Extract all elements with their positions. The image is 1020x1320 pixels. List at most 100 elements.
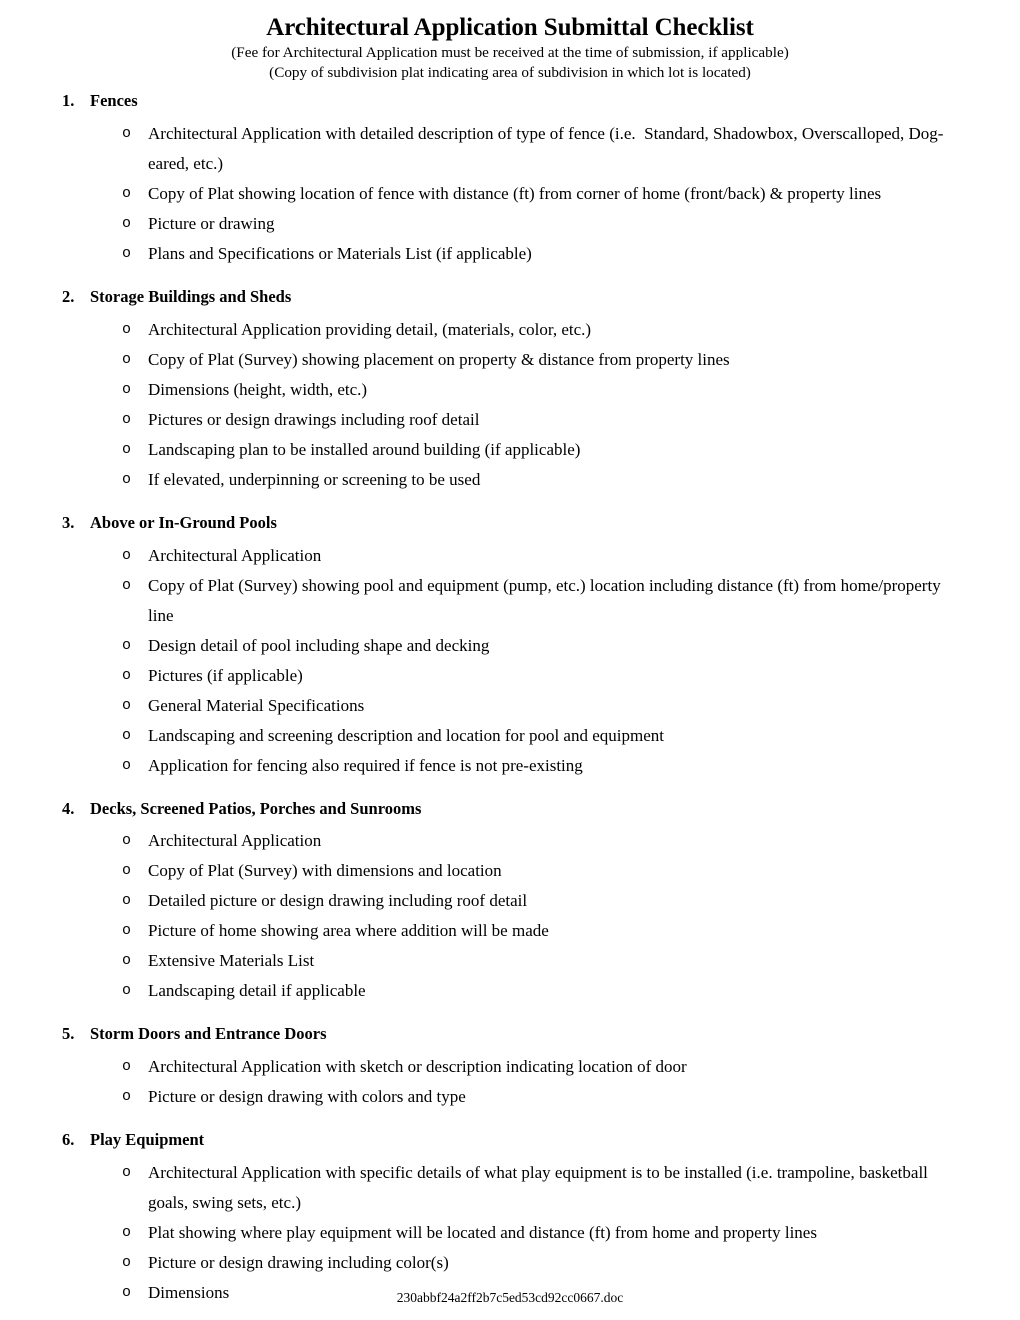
checkbox-circle-icon[interactable]: o [122, 661, 138, 691]
section-number: 6. [62, 1130, 75, 1150]
section-number: 5. [62, 1024, 75, 1044]
checkbox-circle-icon[interactable]: o [122, 721, 138, 751]
checklist-item-label: Plans and Specifications or Materials Li… [148, 243, 532, 263]
section-item-list: o Architectural Application with sketch o… [0, 1052, 1020, 1112]
checklist-item[interactable]: o Plans and Specifications or Materials L… [0, 239, 1020, 269]
section-heading: 1. Fences [0, 91, 1020, 111]
checklist-item[interactable]: o Architectural Application providing det… [0, 315, 1020, 345]
checklist-sections: 1. Fences o Architectural Application with … [0, 91, 1020, 1320]
checklist-item-label: Detailed picture or design drawing inclu… [148, 891, 528, 911]
checklist-item[interactable]: o Pictures (if applicable) [0, 661, 1020, 691]
checkbox-circle-icon[interactable]: o [122, 119, 138, 149]
checkbox-circle-icon[interactable]: o [122, 315, 138, 345]
checklist-item[interactable]: o Dimensions (height, width, etc.) [0, 375, 1020, 405]
checkbox-circle-icon[interactable]: o [122, 751, 138, 781]
checklist-item[interactable]: o Architectural Application with sketch o… [0, 1052, 1020, 1082]
checklist-item-label: Architectural Application providing deta… [148, 319, 592, 339]
checklist-item-label: Application for fencing also required if… [148, 755, 583, 775]
checkbox-circle-icon[interactable]: o [122, 886, 138, 916]
checkbox-circle-icon[interactable]: o [122, 571, 138, 601]
checkbox-circle-icon[interactable]: o [122, 1158, 138, 1188]
section-title: Storage Buildings and Sheds [90, 286, 292, 306]
checkbox-circle-icon[interactable]: o [122, 345, 138, 375]
section-title: Above or In-Ground Pools [90, 512, 277, 532]
checkbox-circle-icon[interactable]: o [122, 541, 138, 571]
checklist-item[interactable]: o Application for fencing also required i… [0, 751, 1020, 781]
checklist-item-label: Picture or design drawing with colors an… [148, 1087, 466, 1107]
checklist-item-label: Copy of Plat (Survey) with dimensions an… [148, 861, 502, 881]
checkbox-circle-icon[interactable]: o [122, 375, 138, 405]
checklist-item[interactable]: o Architectural Application [0, 826, 1020, 856]
checkbox-circle-icon[interactable]: o [122, 1082, 138, 1112]
checklist-item[interactable]: o Copy of Plat showing location of fence … [0, 179, 1020, 209]
checklist-item[interactable]: o Landscaping detail if applicable [0, 976, 1020, 1006]
checklist-item-label: Picture or design drawing including colo… [148, 1252, 449, 1272]
checklist-item-label: Design detail of pool including shape an… [148, 635, 490, 655]
checklist-item[interactable]: o Picture or drawing [0, 209, 1020, 239]
checklist-section: 4. Decks, Screened Patios, Porches and Su… [0, 799, 1020, 1007]
checkbox-circle-icon[interactable]: o [122, 209, 138, 239]
footer-filename: 230abbf24a2ff2b7c5ed53cd92cc0667.doc [396, 1289, 624, 1305]
checkbox-circle-icon[interactable]: o [122, 1218, 138, 1248]
checklist-item-label: General Material Specifications [148, 695, 365, 715]
section-number: 2. [62, 286, 75, 306]
checklist-item[interactable]: o If elevated, underpinning or screening … [0, 465, 1020, 495]
checkbox-circle-icon[interactable]: o [122, 435, 138, 465]
checklist-item[interactable]: o General Material Specifications [0, 691, 1020, 721]
checkbox-circle-icon[interactable]: o [122, 405, 138, 435]
checkbox-circle-icon[interactable]: o [122, 1248, 138, 1278]
section-item-list: o Architectural Application o Copy of Plat … [0, 541, 1020, 781]
checkbox-circle-icon[interactable]: o [122, 1052, 138, 1082]
section-title: Play Equipment [90, 1130, 205, 1150]
checklist-item[interactable]: o Landscaping and screening description a… [0, 721, 1020, 751]
checkbox-circle-icon[interactable]: o [122, 976, 138, 1006]
checklist-item[interactable]: o Copy of Plat (Survey) showing pool and … [0, 571, 1020, 631]
checklist-item[interactable]: o Extensive Materials List [0, 946, 1020, 976]
page-title: Architectural Application Submittal Chec… [266, 14, 754, 41]
section-title: Fences [90, 91, 138, 111]
subtitle-fee-note: (Fee for Architectural Application must … [231, 43, 789, 61]
checklist-item-label: Landscaping plan to be installed around … [148, 439, 581, 459]
checklist-item[interactable]: o Plat showing where play equipment will … [0, 1218, 1020, 1248]
checkbox-circle-icon[interactable]: o [122, 465, 138, 495]
checkbox-circle-icon[interactable]: o [122, 631, 138, 661]
section-item-list: o Architectural Application with specific… [0, 1158, 1020, 1308]
section-item-list: o Architectural Application with detailed… [0, 119, 1020, 269]
checkbox-circle-icon[interactable]: o [122, 856, 138, 886]
checklist-item-label: Plat showing where play equipment will b… [148, 1222, 817, 1242]
section-number: 4. [62, 798, 75, 818]
checkbox-circle-icon[interactable]: o [122, 916, 138, 946]
section-heading: 5. Storm Doors and Entrance Doors [0, 1024, 1020, 1044]
checklist-item[interactable]: o Picture or design drawing including col… [0, 1248, 1020, 1278]
checklist-item-label: Picture of home showing area where addit… [148, 921, 549, 941]
section-heading: 3. Above or In-Ground Pools [0, 513, 1020, 533]
checklist-section: 2. Storage Buildings and Sheds o Architectu… [0, 287, 1020, 495]
section-heading: 6. Play Equipment [0, 1130, 1020, 1150]
checklist-item[interactable]: o Architectural Application with detailed… [0, 119, 1020, 179]
section-title: Decks, Screened Patios, Porches and Sunr… [90, 798, 422, 818]
checklist-item-label: Landscaping detail if applicable [148, 981, 366, 1001]
checklist-item[interactable]: o Architectural Application [0, 541, 1020, 571]
document-page: Architectural Application Submittal Chec… [0, 0, 1020, 1320]
checklist-item[interactable]: o Copy of Plat (Survey) showing placement… [0, 345, 1020, 375]
checklist-item[interactable]: o Architectural Application with specific… [0, 1158, 1020, 1218]
checklist-item-label: Copy of Plat showing location of fence w… [148, 183, 882, 203]
checkbox-circle-icon[interactable]: o [122, 691, 138, 721]
checkbox-circle-icon[interactable]: o [122, 826, 138, 856]
checklist-item-label: If elevated, underpinning or screening t… [148, 469, 481, 489]
checklist-item-label: Picture or drawing [148, 213, 275, 233]
checkbox-circle-icon[interactable]: o [122, 239, 138, 269]
checklist-item[interactable]: o Copy of Plat (Survey) with dimensions a… [0, 856, 1020, 886]
checklist-item[interactable]: o Design detail of pool including shape a… [0, 631, 1020, 661]
checkbox-circle-icon[interactable]: o [122, 946, 138, 976]
checklist-item[interactable]: o Landscaping plan to be installed around… [0, 435, 1020, 465]
checklist-item-label: Copy of Plat (Survey) showing placement … [148, 349, 730, 369]
subtitle-plat-note: (Copy of subdivision plat indicating are… [269, 63, 751, 81]
checkbox-circle-icon[interactable]: o [122, 179, 138, 209]
checklist-item[interactable]: o Pictures or design drawings including r… [0, 405, 1020, 435]
checklist-item[interactable]: o Picture or design drawing with colors a… [0, 1082, 1020, 1112]
checklist-item-label: Architectural Application with sketch or… [148, 1057, 687, 1077]
checklist-item[interactable]: o Picture of home showing area where addi… [0, 916, 1020, 946]
checklist-item-label: Landscaping and screening description an… [148, 725, 664, 745]
checklist-item[interactable]: o Detailed picture or design drawing incl… [0, 886, 1020, 916]
